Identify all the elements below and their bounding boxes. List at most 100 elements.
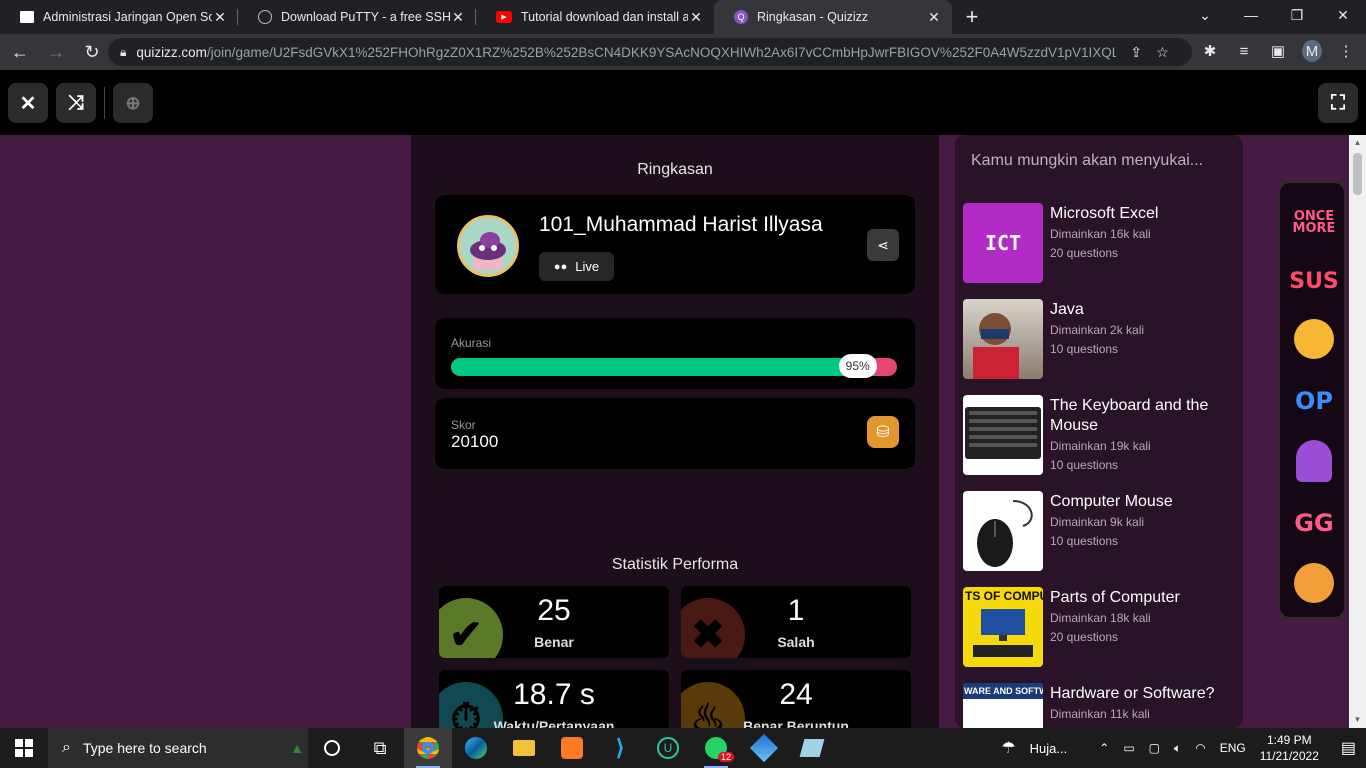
zoom-button[interactable]: ⊕ [113,83,153,123]
reload-button[interactable]: ↻ [76,36,108,68]
menu-icon[interactable]: ⋮ [1336,42,1356,60]
share-button[interactable]: ⋖ [867,229,899,261]
tab-search-icon[interactable]: ⌄ [1182,0,1228,30]
quiz-topbar: ✕ ⤨ ⊕ ⛶ [0,70,1366,135]
tab-quizizz[interactable]: Q Ringkasan - Quizizz ✕ [714,0,952,34]
side-panel-icon[interactable]: ▣ [1268,42,1288,60]
taskbar-search[interactable]: ⌕ Type here to search ▲ [48,728,308,768]
sticker-gg[interactable]: GG [1286,501,1342,545]
fullscreen-button[interactable]: ⛶ [1318,83,1358,123]
tab-putty[interactable]: Download PuTTY - a free SSH and ✕ [238,0,476,34]
cortana-button[interactable] [308,728,356,768]
recommendation-item[interactable]: TS OF COMPU Parts of Computer Dimainkan … [963,587,1243,667]
ghost-icon [1296,440,1332,482]
language-indicator[interactable]: ENG [1220,741,1246,755]
scroll-down-icon[interactable]: ▼ [1349,712,1366,728]
stat-correct: ✔ 25 Benar [439,586,669,658]
close-tab-icon[interactable]: ✕ [926,9,942,26]
shuffle-icon: ⤨ [68,91,84,114]
notifications-icon[interactable]: ▤ [1341,738,1356,758]
performance-title: Statistik Performa [611,556,739,573]
sticker-laugh[interactable] [1286,561,1342,605]
share-icon: ⋖ [877,236,889,253]
taskbar-xampp[interactable] [548,728,596,768]
extensions-icon[interactable]: ✱ [1200,42,1220,60]
sticker-mind-blown[interactable] [1286,317,1342,361]
task-view-button[interactable]: ⧉ [356,728,404,768]
toolbar-right: ✱ ≡ ▣ M ⋮ [1200,40,1356,62]
weather-text[interactable]: Huja... [1030,741,1068,756]
sticker-sus[interactable]: SUS [1286,259,1342,303]
live-label: Live [575,259,600,274]
bookmark-star-icon[interactable]: ☆ [1156,44,1169,61]
fullscreen-icon: ⛶ [1331,91,1345,114]
sticker-text: OP [1295,387,1333,415]
scroll-up-icon[interactable]: ▲ [1349,135,1366,151]
quiz-thumbnail: WARE AND SOFTW [963,683,1043,728]
tab-title: Administrasi Jaringan Open Source [43,10,212,24]
close-tab-icon[interactable]: ✕ [450,9,466,26]
restore-button[interactable]: ❐ [1274,0,1320,30]
taskbar-whatsapp[interactable]: 12 [692,728,740,768]
quiz-questions: 10 questions [1050,534,1119,548]
youtube-icon: ▶ [496,11,512,23]
exit-button[interactable]: ✕ [8,83,48,123]
weather-icon[interactable]: ☂ [1001,738,1015,758]
media-control-icon[interactable]: ≡ [1234,43,1254,60]
close-window-button[interactable]: ✕ [1320,0,1366,30]
profile-avatar[interactable]: M [1302,40,1322,62]
forward-button[interactable]: → [40,36,72,68]
taskbar-virtualbox[interactable] [740,728,788,768]
recommendation-item[interactable]: Java Dimainkan 2k kali 10 questions [963,299,1243,379]
globe-icon [258,10,272,24]
taskbar-edge[interactable] [452,728,500,768]
lock-icon[interactable]: 🔒︎ [120,45,126,60]
page-scrollbar[interactable]: ▲ ▼ [1349,135,1366,728]
taskbar-uwamp[interactable]: U [644,728,692,768]
stat-label: Benar Beruntun [743,718,849,728]
close-tab-icon[interactable]: ✕ [212,9,228,26]
back-button[interactable]: ← [4,36,36,68]
address-bar[interactable]: 🔒︎ quizizz.com/join/game/U2FsdGVkX1%252F… [108,38,1192,66]
shuffle-button[interactable]: ⤨ [56,83,96,123]
window-controls: ⌄ — ❐ ✕ [1182,0,1366,30]
quiz-thumbnail: ICT [963,203,1043,283]
notification-badge: 12 [717,752,734,762]
chevron-up-icon[interactable]: ⌃ [1099,741,1109,755]
device-icon[interactable]: ▢ [1149,741,1160,755]
sticker-op[interactable]: OP [1286,379,1342,423]
start-button[interactable] [0,728,48,768]
volume-icon[interactable]: 🔈︎ [1174,741,1181,756]
tab-youtube[interactable]: ▶ Tutorial download dan install aplikasi… [476,0,714,34]
u-app-icon: U [657,737,679,759]
taskbar-chrome[interactable] [404,728,452,768]
share-page-icon[interactable]: ⇪ [1130,44,1142,61]
wifi-icon[interactable]: ◠ [1195,741,1205,755]
live-badge: ●● Live [539,252,614,281]
quiz-thumbnail [963,491,1043,571]
sticker-ghost[interactable] [1286,439,1342,483]
accuracy-label: Akurasi [451,336,492,350]
minimize-button[interactable]: — [1228,0,1274,30]
close-tab-icon[interactable]: ✕ [688,9,704,26]
taskbar-file-explorer[interactable] [500,728,548,768]
tab-administrasi[interactable]: Administrasi Jaringan Open Source ✕ [0,0,238,34]
player-card: 101_Muhammad Harist Illyasa ●● Live ⋖ [435,195,915,294]
recommendation-item[interactable]: ICT Microsoft Excel Dimainkan 16k kali 2… [963,203,1243,283]
recommendation-item[interactable]: The Keyboard and the Mouse Dimainkan 19k… [963,395,1243,475]
sticker-once-more[interactable]: ONCE MORE [1286,201,1342,245]
scrollbar-thumb[interactable] [1353,153,1362,195]
stat-label: Waktu/Pertanyaan [493,718,615,728]
new-tab-button[interactable]: + [952,0,992,34]
taskbar-app[interactable] [788,728,836,768]
vscode-icon: ⟩ [615,735,625,760]
battery-icon[interactable]: ▭ [1123,741,1134,755]
clock-date: 11/21/2022 [1259,749,1319,763]
accuracy-bar [451,358,897,376]
quiz-questions: 10 questions [1050,458,1119,472]
recommendation-item[interactable]: WARE AND SOFTW Hardware or Software? Dim… [963,683,1243,728]
recommendation-item[interactable]: Computer Mouse Dimainkan 9k kali 10 ques… [963,491,1243,571]
clock[interactable]: 1:49 PM 11/21/2022 [1260,732,1319,764]
taskbar-vscode[interactable]: ⟩ [596,728,644,768]
close-icon: ✕ [19,92,37,115]
